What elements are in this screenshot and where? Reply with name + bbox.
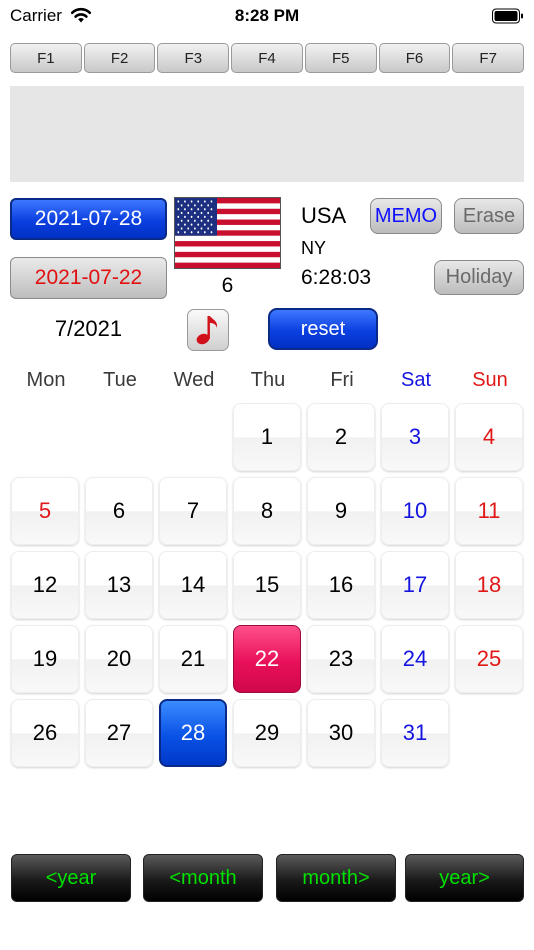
day-cell-17[interactable]: 17: [381, 551, 449, 619]
weekday-mon: Mon: [26, 369, 66, 391]
day-cell-23[interactable]: 23: [307, 625, 375, 693]
day-cell-9[interactable]: 9: [307, 477, 375, 545]
prev-month-button[interactable]: <month: [143, 854, 263, 902]
erase-button[interactable]: Erase: [454, 198, 524, 234]
reset-button[interactable]: reset: [268, 308, 378, 350]
day-cell-24[interactable]: 24: [381, 625, 449, 693]
day-cell-3[interactable]: 3: [381, 403, 449, 471]
memo-button[interactable]: MEMO: [370, 198, 442, 234]
weekday-fri: Fri: [330, 369, 354, 391]
month-year-label: 7/2021: [54, 316, 123, 341]
day-cell-21[interactable]: 21: [159, 625, 227, 693]
prev-year-button[interactable]: <year: [11, 854, 131, 902]
day-cell-1[interactable]: 1: [233, 403, 301, 471]
f6-button[interactable]: F6: [378, 43, 451, 73]
day-cell-12[interactable]: 12: [11, 551, 79, 619]
day-cell-4[interactable]: 4: [455, 403, 523, 471]
selected-date-button[interactable]: 2021-07-22: [10, 257, 167, 299]
memo-display[interactable]: [10, 86, 524, 182]
f3-button[interactable]: F3: [157, 43, 230, 73]
f7-button[interactable]: F7: [452, 43, 525, 73]
weekday-sun: Sun: [472, 369, 508, 391]
holiday-button[interactable]: Holiday: [434, 260, 524, 295]
day-cell-26[interactable]: 26: [11, 699, 79, 767]
next-month-button[interactable]: month>: [276, 854, 396, 902]
day-cell-19[interactable]: 19: [11, 625, 79, 693]
day-cell-13[interactable]: 13: [85, 551, 153, 619]
day-cell-31[interactable]: 31: [381, 699, 449, 767]
f1-button[interactable]: F1: [10, 43, 82, 73]
weekday-sat: Sat: [400, 369, 432, 391]
day-cell-25[interactable]: 25: [455, 625, 523, 693]
local-time: 6:28:03: [301, 266, 372, 289]
clock-time: 8:28 PM: [234, 6, 300, 25]
region-label: NY: [301, 238, 327, 258]
weekday-tue: Tue: [103, 369, 137, 391]
day-cell-15[interactable]: 15: [233, 551, 301, 619]
country-label: USA: [301, 203, 347, 228]
next-year-button[interactable]: year>: [405, 854, 524, 902]
today-date-button[interactable]: 2021-07-28: [10, 198, 167, 240]
day-cell-2[interactable]: 2: [307, 403, 375, 471]
day-cell-16[interactable]: 16: [307, 551, 375, 619]
day-cell-28-today[interactable]: 28: [159, 699, 227, 767]
f2-button[interactable]: F2: [83, 43, 156, 73]
day-cell-5[interactable]: 5: [11, 477, 79, 545]
day-cell-10[interactable]: 10: [381, 477, 449, 545]
day-cell-18[interactable]: 18: [455, 551, 523, 619]
day-cell-6[interactable]: 6: [85, 477, 153, 545]
music-button[interactable]: [187, 309, 229, 351]
day-cell-29[interactable]: 29: [233, 699, 301, 767]
day-cell-14[interactable]: 14: [159, 551, 227, 619]
weekday-wed: Wed: [173, 369, 215, 391]
day-cell-22-selected[interactable]: 22: [233, 625, 301, 693]
day-cell-27[interactable]: 27: [85, 699, 153, 767]
f5-button[interactable]: F5: [304, 43, 377, 73]
status-bar: Carrier 8:28 PM: [0, 0, 534, 32]
function-key-row: F1 F2 F3 F4 F5 F6 F7: [10, 43, 525, 73]
week-number: 6: [221, 274, 234, 297]
us-flag-icon[interactable]: [174, 197, 281, 269]
weekday-thu: Thu: [250, 369, 286, 391]
battery-icon: [492, 8, 523, 24]
day-cell-30[interactable]: 30: [307, 699, 375, 767]
day-cell-8[interactable]: 8: [233, 477, 301, 545]
day-cell-11[interactable]: 11: [455, 477, 523, 545]
music-note-icon: [196, 316, 218, 345]
day-cell-20[interactable]: 20: [85, 625, 153, 693]
day-cell-7[interactable]: 7: [159, 477, 227, 545]
f4-button[interactable]: F4: [231, 43, 303, 73]
